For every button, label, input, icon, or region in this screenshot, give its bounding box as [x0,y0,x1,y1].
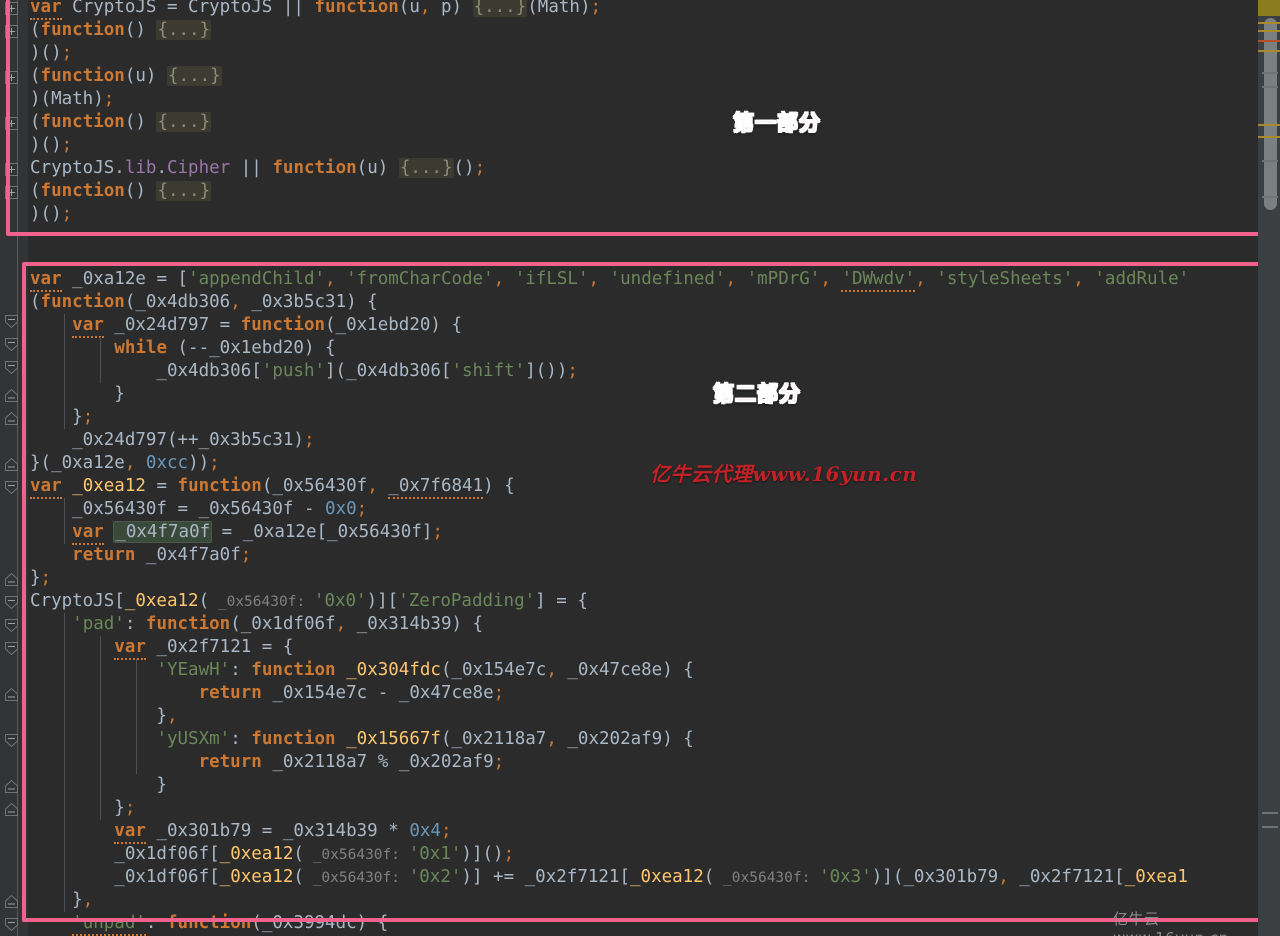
code-line[interactable]: 'pad': function(_0x1df06f, _0x314b39) { [30,613,483,636]
code-line[interactable]: var _0x2f7121 = { [30,636,293,660]
code-line[interactable]: var _0x301b79 = _0x314b39 * 0x4; [30,820,451,844]
fold-collapse-icon[interactable] [5,734,18,747]
scrollbar-marker [1258,136,1280,138]
code-line[interactable]: _0x24d797(++_0x3b5c31); [30,429,314,452]
fold-collapse-end-icon[interactable] [5,895,18,908]
fold-collapse-end-icon[interactable] [5,688,18,701]
code-line[interactable]: )(); [30,42,72,65]
code-line[interactable]: } [30,383,125,406]
code-line[interactable]: )(); [30,134,72,157]
fold-expand-icon[interactable] [5,2,18,15]
fold-collapse-icon[interactable] [5,338,18,351]
code-line[interactable]: }; [30,406,93,429]
scrollbar-marker [1258,22,1280,24]
fold-collapse-icon[interactable] [5,315,18,328]
watermark-corner: 亿牛云 www.16yun.cn [1113,910,1228,936]
code-line[interactable]: }; [30,797,135,820]
code-line[interactable]: }; [30,567,51,590]
code-line[interactable]: )(); [30,203,72,226]
code-line[interactable]: var _0xea12 = function(_0x56430f, _0x7f6… [30,475,515,499]
indent-guide [64,498,65,544]
scrollbar-stripe [1262,812,1278,814]
editor-scrollbar[interactable] [1258,0,1280,936]
scrollbar-stripe [1262,72,1278,74]
code-line[interactable]: (function() {...} [30,111,212,134]
code-line[interactable]: var CryptoJS = CryptoJS || function(u, p… [30,0,601,20]
scrollbar-marker [1258,40,1280,42]
code-line[interactable]: var _0x24d797 = function(_0x1ebd20) { [30,314,462,338]
indent-guide [64,613,65,912]
code-line[interactable]: _0x56430f = _0x56430f - 0x0; [30,498,367,521]
watermark-main: 亿牛云代理www.16yun.cn [650,462,918,486]
code-line[interactable]: 'YEawH': function _0x304fdc(_0x154e7c, _… [30,659,693,682]
fold-collapse-end-icon[interactable] [5,573,18,586]
code-line[interactable]: 'yUSXm': function _0x15667f(_0x2118a7, _… [30,728,693,751]
fold-expand-icon[interactable] [5,163,18,176]
fold-collapse-icon[interactable] [5,481,18,494]
code-line[interactable]: while (--_0x1ebd20) { [30,337,335,360]
code-line[interactable]: (function(u) {...} [30,65,222,88]
code-line[interactable]: _0x1df06f[_0xea12( _0x56430f: '0x2')] +=… [30,866,1188,889]
code-line[interactable]: _0x4db306['push'](_0x4db306['shift']()); [30,360,578,383]
scrollbar-marker [1258,30,1280,32]
fold-collapse-end-icon[interactable] [5,412,18,425]
fold-expand-icon[interactable] [5,71,18,84]
code-line[interactable]: _0x1df06f[_0xea12( _0x56430f: '0x1')](); [30,843,514,866]
section-label-part-two: 第二部分 [713,382,801,407]
fold-collapse-end-icon[interactable] [5,458,18,471]
code-line[interactable]: } [30,774,167,797]
code-line[interactable]: CryptoJS.lib.Cipher || function(u) {...}… [30,157,485,180]
fold-collapse-icon[interactable] [5,361,18,374]
code-line[interactable]: }, [30,705,177,728]
scrollbar-stripe [1262,86,1278,88]
fold-expand-icon[interactable] [5,117,18,130]
scrollbar-marker [1258,124,1280,126]
scrollbar-marker [1258,50,1280,52]
scrollbar-stripe [1262,160,1278,162]
fold-collapse-icon[interactable] [5,619,18,632]
code-line[interactable]: CryptoJS[_0xea12( _0x56430f: '0x0')]['Ze… [30,590,588,613]
indent-guide [136,659,137,774]
indent-guide [100,636,101,820]
fold-collapse-icon[interactable] [5,642,18,655]
fold-collapse-end-icon[interactable] [5,780,18,793]
code-line[interactable]: )(Math); [30,88,114,111]
scrollbar-stripe [1262,196,1278,198]
code-line[interactable]: 'unpad': function(_0x3994dc) { [30,912,388,936]
scrollbar-top-marker [1258,0,1280,16]
scrollbar-stripe [1262,826,1278,828]
code-line[interactable]: (function(_0x4db306, _0x3b5c31) { [30,291,378,314]
indent-guide [100,337,101,383]
fold-collapse-icon[interactable] [5,918,18,931]
code-line[interactable]: }, [30,889,93,912]
code-line[interactable]: (function() {...} [30,180,212,203]
code-line[interactable]: return _0x2118a7 % _0x202af9; [30,751,505,774]
code-line[interactable]: var _0xa12e = ['appendChild', 'fromCharC… [30,268,1189,292]
code-line[interactable]: return _0x154e7c - _0x47ce8e; [30,682,505,705]
code-line[interactable]: return _0x4f7a0f; [30,544,251,567]
fold-collapse-end-icon[interactable] [5,389,18,402]
code-line[interactable]: (function() {...} [30,19,212,42]
fold-expand-icon[interactable] [5,25,18,38]
fold-collapse-end-icon[interactable] [5,803,18,816]
code-text-layer[interactable]: var CryptoJS = CryptoJS || function(u, p… [0,0,1280,936]
scrollbar-thumb[interactable] [1264,18,1277,210]
fold-expand-icon[interactable] [5,186,18,199]
section-label-part-one: 第一部分 [733,111,821,136]
code-line[interactable]: }(_0xa12e, 0xcc)); [30,452,220,475]
code-line[interactable]: var _0x4f7a0f = _0xa12e[_0x56430f]; [30,521,443,545]
code-editor-screenshot: var CryptoJS = CryptoJS || function(u, p… [0,0,1280,936]
fold-collapse-icon[interactable] [5,596,18,609]
indent-guide [64,314,65,429]
